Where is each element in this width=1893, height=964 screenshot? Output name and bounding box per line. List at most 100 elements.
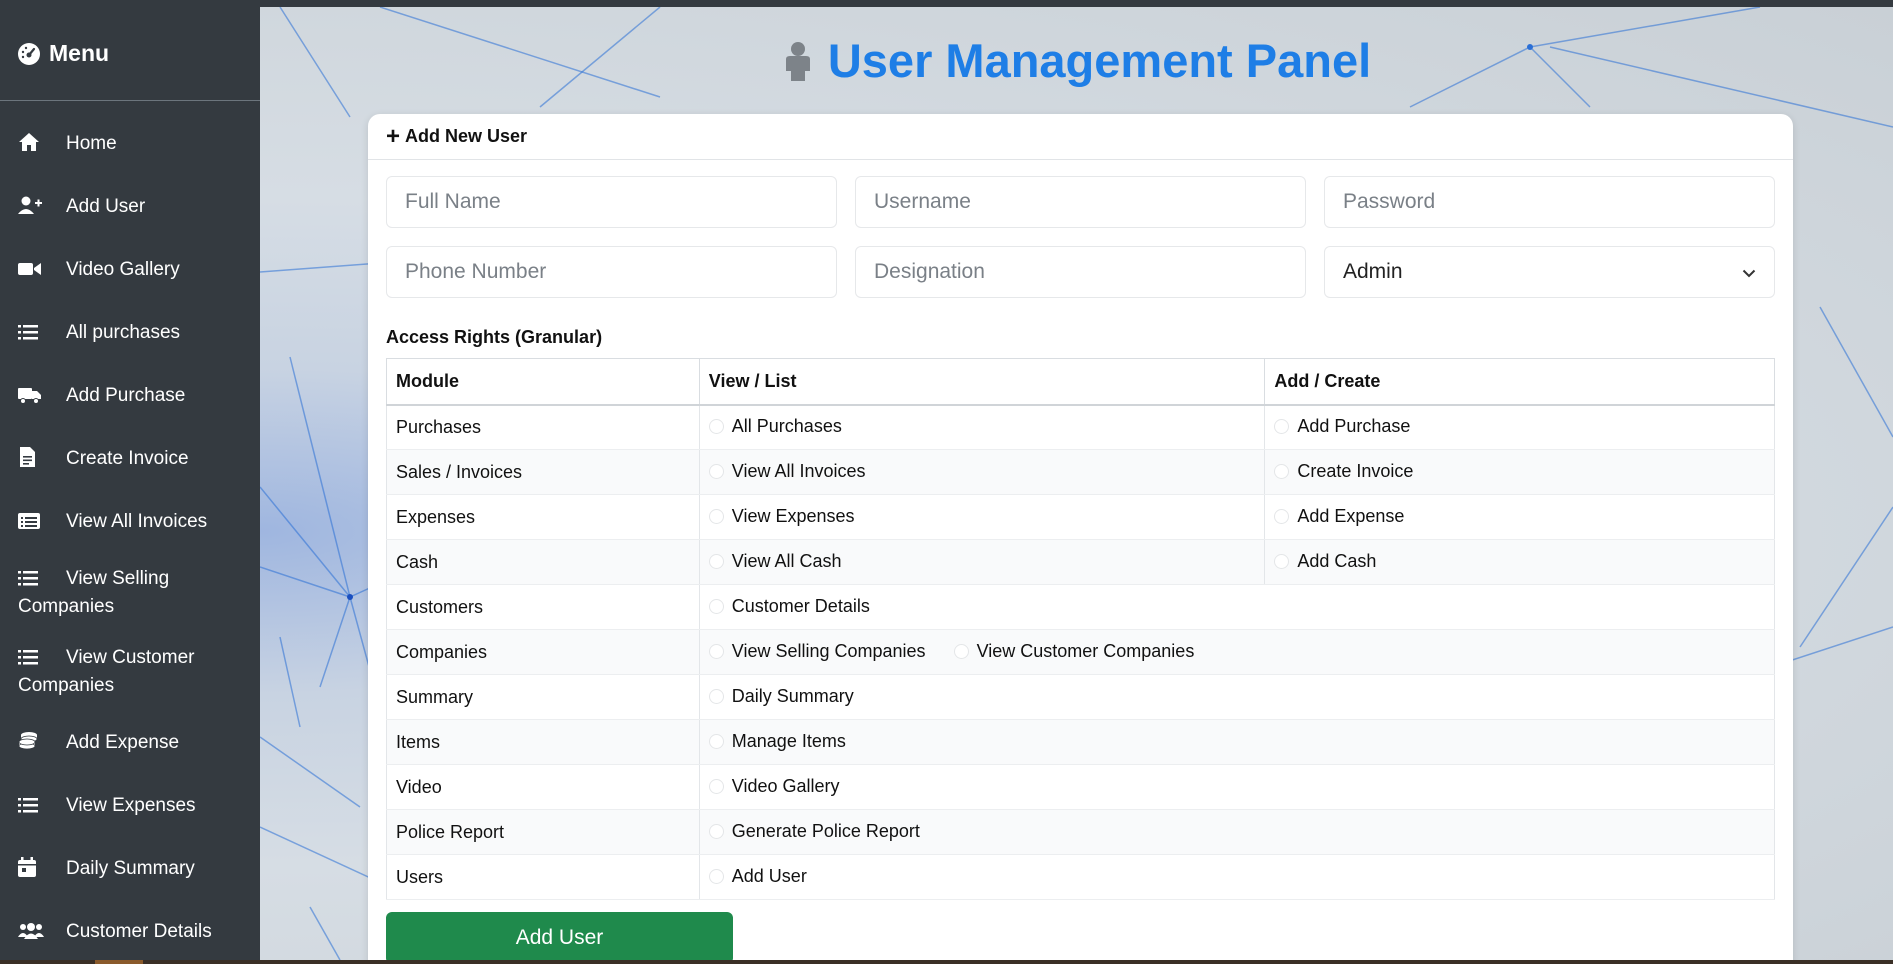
- add-user-submit-button[interactable]: Add User: [386, 912, 733, 960]
- permission-label: View All Invoices: [731, 460, 866, 481]
- permission-label: All Purchases: [731, 415, 842, 436]
- designation-input[interactable]: [855, 246, 1306, 298]
- checkbox-icon[interactable]: [1274, 508, 1290, 524]
- permission-label: Daily Summary: [731, 685, 854, 706]
- checkbox-icon[interactable]: [708, 823, 724, 839]
- bottom-bar-accent: [95, 960, 143, 964]
- module-cell: Customers: [386, 584, 700, 630]
- checkbox-icon[interactable]: [708, 598, 724, 614]
- permission-checkbox[interactable]: View All Invoices: [708, 460, 866, 482]
- checkbox-icon[interactable]: [708, 553, 724, 569]
- checkbox-icon[interactable]: [1274, 418, 1290, 434]
- permission-label: Create Invoice: [1297, 460, 1414, 481]
- permission-label: View Selling Companies: [731, 640, 926, 661]
- view-cell: Video Gallery: [698, 764, 1776, 810]
- checkbox-icon[interactable]: [708, 508, 724, 524]
- permission-checkbox[interactable]: View All Cash: [708, 550, 842, 572]
- sidebar-title: Menu: [49, 40, 110, 66]
- checkbox-icon[interactable]: [708, 418, 724, 434]
- view-cell: View All Cash: [698, 539, 1266, 585]
- view-cell: View Selling Companies View Customer Comp…: [698, 629, 1776, 675]
- permission-label: Customer Details: [731, 595, 870, 616]
- module-cell: Sales / Invoices: [386, 449, 700, 495]
- permission-label: View All Cash: [731, 550, 842, 571]
- module-cell: Cash: [386, 539, 700, 585]
- card-title: Add New User: [405, 126, 528, 146]
- password-input[interactable]: [1324, 176, 1775, 228]
- checkbox-icon[interactable]: [708, 733, 724, 749]
- table-row: Video Video Gallery: [386, 764, 1776, 810]
- receipt-list-icon: [18, 511, 44, 531]
- view-cell: Generate Police Report: [698, 809, 1776, 855]
- module-cell: Police Report: [386, 809, 700, 855]
- permission-checkbox[interactable]: Add Expense: [1274, 506, 1404, 527]
- column-header-module: Module: [386, 358, 700, 406]
- sidebar-item-label: View Customer Companies: [18, 647, 195, 696]
- form-row-1: [386, 176, 1775, 228]
- sidebar-item-view-expenses[interactable]: View Expenses: [0, 775, 260, 838]
- sidebar-item-view-selling-companies[interactable]: View Selling Companies: [0, 554, 260, 633]
- checkbox-icon[interactable]: [953, 643, 969, 659]
- add-cell: Create Invoice: [1264, 449, 1775, 495]
- checkbox-icon[interactable]: [708, 868, 724, 884]
- page-title-text: User Management Panel: [827, 34, 1372, 87]
- sidebar-item-add-expense[interactable]: Add Expense: [0, 712, 260, 775]
- module-cell: Expenses: [386, 494, 700, 540]
- sidebar-item-view-all-invoices[interactable]: View All Invoices: [0, 491, 260, 554]
- table-row: Companies View Selling Companies View Cus…: [386, 629, 1776, 675]
- page-title: User Management Panel: [260, 33, 1893, 92]
- sidebar-item-home[interactable]: Home: [0, 113, 260, 176]
- permission-checkbox[interactable]: View Customer Companies: [953, 641, 1194, 662]
- permission-checkbox[interactable]: Video Gallery: [708, 775, 840, 797]
- permission-checkbox[interactable]: View Selling Companies: [708, 640, 926, 662]
- phone-number-input[interactable]: [386, 246, 837, 298]
- permission-checkbox[interactable]: Daily Summary: [708, 685, 854, 707]
- permission-checkbox[interactable]: Create Invoice: [1274, 461, 1413, 482]
- permission-label: Video Gallery: [731, 775, 840, 796]
- checkbox-icon[interactable]: [1274, 553, 1290, 569]
- permission-checkbox[interactable]: Customer Details: [708, 595, 870, 617]
- plus-icon: +: [386, 122, 401, 150]
- sidebar-item-video-gallery[interactable]: Video Gallery: [0, 239, 260, 302]
- table-row: Expenses View Expenses Add Expense: [386, 494, 1775, 540]
- sidebar-item-create-invoice[interactable]: Create Invoice: [0, 428, 260, 491]
- sidebar-item-add-user[interactable]: Add User: [0, 176, 260, 239]
- sidebar-item-view-customer-companies[interactable]: View Customer Companies: [0, 633, 260, 712]
- permission-checkbox[interactable]: View Expenses: [708, 506, 855, 527]
- checkbox-icon[interactable]: [708, 688, 724, 704]
- permission-checkbox[interactable]: Add Cash: [1274, 551, 1376, 572]
- view-cell: Manage Items: [698, 719, 1776, 765]
- view-cell: Daily Summary: [698, 674, 1776, 720]
- table-row: Cash View All Cash Add Cash: [386, 539, 1775, 585]
- form-row-2: Admin: [386, 246, 1775, 298]
- module-cell: Companies: [386, 629, 700, 675]
- sidebar-item-label: Add User: [66, 196, 146, 217]
- sidebar-item-all-purchases[interactable]: All purchases: [0, 302, 260, 365]
- list-icon: [18, 568, 44, 588]
- sidebar-item-label: Customer Details: [66, 921, 212, 942]
- permission-label: Add Expense: [1297, 505, 1405, 526]
- sidebar-item-label: Create Invoice: [66, 448, 189, 469]
- checkbox-icon[interactable]: [708, 778, 724, 794]
- module-cell: Items: [386, 719, 700, 765]
- checkbox-icon[interactable]: [1274, 463, 1290, 479]
- sidebar-item-add-purchase[interactable]: Add Purchase: [0, 365, 260, 428]
- role-select[interactable]: Admin: [1324, 246, 1775, 298]
- access-rights-title: Access Rights (Granular): [386, 327, 603, 347]
- permission-checkbox[interactable]: All Purchases: [708, 415, 842, 437]
- full-name-input[interactable]: [386, 176, 837, 228]
- checkbox-icon[interactable]: [708, 463, 724, 479]
- sidebar-item-customer-details[interactable]: Customer Details: [0, 901, 260, 960]
- permission-checkbox[interactable]: Generate Police Report: [708, 821, 920, 842]
- permission-checkbox[interactable]: Add Purchase: [1274, 416, 1410, 437]
- truck-icon: [18, 385, 44, 405]
- sidebar-item-daily-summary[interactable]: Daily Summary: [0, 838, 260, 901]
- username-input[interactable]: [855, 176, 1306, 228]
- checkbox-icon[interactable]: [708, 643, 724, 659]
- top-bar: [0, 0, 1893, 7]
- sidebar-nav: Home Add User Video Gallery All purchase…: [0, 101, 260, 960]
- permission-label: Add Purchase: [1297, 415, 1411, 436]
- permission-checkbox[interactable]: Manage Items: [708, 731, 846, 752]
- view-cell: Add User: [698, 854, 1776, 900]
- permission-checkbox[interactable]: Add User: [708, 866, 807, 887]
